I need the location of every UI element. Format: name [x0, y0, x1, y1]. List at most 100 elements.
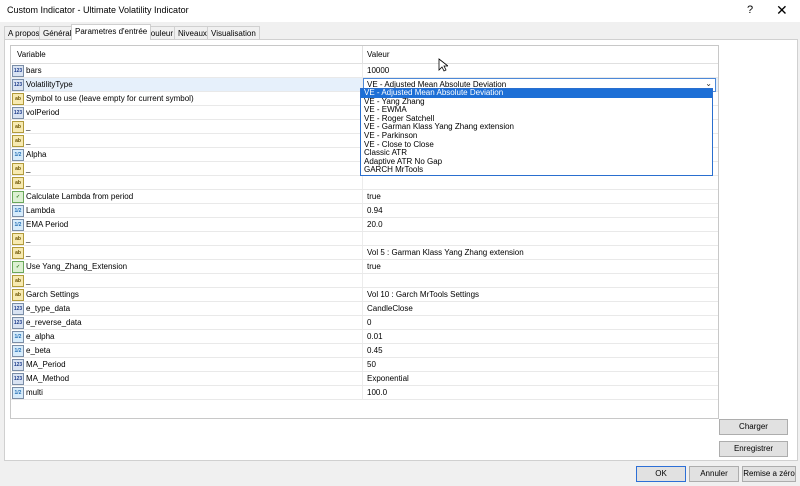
- param-name: e_reverse_data: [26, 318, 82, 327]
- dropdown-option[interactable]: GARCH MrTools: [361, 166, 712, 175]
- param-value[interactable]: Vol 10 : Garch MrTools Settings: [367, 290, 479, 299]
- param-row[interactable]: 123 e_reverse_data 0: [11, 316, 718, 330]
- dropdown-option[interactable]: VE - Close to Close: [361, 140, 712, 150]
- param-name: volPeriod: [26, 108, 60, 117]
- param-row[interactable]: 1/2 Lambda 0.94: [11, 204, 718, 218]
- mouse-cursor-icon: [438, 58, 448, 72]
- param-row[interactable]: ab Garch Settings Vol 10 : Garch MrTools S…: [11, 288, 718, 302]
- cancel-button[interactable]: Annuler: [689, 466, 739, 482]
- param-name: EMA Period: [26, 220, 69, 229]
- close-icon[interactable]: ✕: [776, 2, 788, 19]
- param-bool-icon: ✓: [12, 261, 24, 273]
- param-name: Use Yang_Zhang_Extension: [26, 262, 128, 271]
- header-separator: [362, 46, 363, 63]
- param-str-icon: ab: [12, 121, 24, 133]
- help-icon[interactable]: ?: [747, 4, 753, 16]
- ok-button[interactable]: OK: [636, 466, 686, 482]
- param-str-icon: ab: [12, 93, 24, 105]
- param-int-icon: 123: [12, 65, 24, 77]
- column-separator: [362, 358, 363, 371]
- header-variable[interactable]: Variable: [17, 50, 46, 59]
- chevron-down-icon[interactable]: ⌄: [705, 79, 712, 88]
- param-int-icon: 123: [12, 107, 24, 119]
- column-separator: [362, 316, 363, 329]
- param-value[interactable]: 50: [367, 360, 376, 369]
- param-dbl-icon: 1/2: [12, 205, 24, 217]
- param-row[interactable]: 123 MA_Method Exponential: [11, 372, 718, 386]
- param-name: Symbol to use (leave empty for current s…: [26, 94, 194, 103]
- column-separator: [362, 386, 363, 399]
- param-row[interactable]: 1/2 EMA Period 20.0: [11, 218, 718, 232]
- param-name: _: [26, 248, 31, 257]
- volatility-type-dropdown-list[interactable]: VE - Adjusted Mean Absolute Deviation VE …: [360, 88, 713, 176]
- header-value[interactable]: Valeur: [367, 50, 390, 59]
- param-value[interactable]: 100.0: [367, 388, 387, 397]
- param-value[interactable]: 0.01: [367, 332, 383, 341]
- param-dbl-icon: 1/2: [12, 387, 24, 399]
- column-separator: [362, 288, 363, 301]
- tab-niveaux[interactable]: Niveaux: [174, 26, 211, 40]
- reset-button[interactable]: Remise a zéro: [742, 466, 796, 482]
- param-row[interactable]: ab _: [11, 232, 718, 246]
- tab-a-propos[interactable]: A propos: [4, 26, 44, 40]
- param-row[interactable]: ab _: [11, 274, 718, 288]
- column-separator: [362, 232, 363, 245]
- param-value[interactable]: 0.45: [367, 346, 383, 355]
- column-separator: [362, 274, 363, 287]
- column-separator: [362, 372, 363, 385]
- param-enm-icon: 123: [12, 373, 24, 385]
- param-row[interactable]: 1/2 multi 100.0: [11, 386, 718, 400]
- param-row[interactable]: ab _: [11, 176, 718, 190]
- param-value[interactable]: true: [367, 262, 381, 271]
- column-separator: [362, 302, 363, 315]
- param-value[interactable]: true: [367, 192, 381, 201]
- grid-header: Variable Valeur: [11, 46, 718, 64]
- param-row[interactable]: ab _ Vol 5 : Garman Klass Yang Zhang exten…: [11, 246, 718, 260]
- load-button[interactable]: Charger: [719, 419, 788, 435]
- save-button[interactable]: Enregistrer: [719, 441, 788, 457]
- param-value[interactable]: Vol 5 : Garman Klass Yang Zhang extensio…: [367, 248, 524, 257]
- param-value[interactable]: Exponential: [367, 374, 409, 383]
- tab-visualisation[interactable]: Visualisation: [207, 26, 260, 40]
- param-value[interactable]: 20.0: [367, 220, 383, 229]
- tab-general[interactable]: Général: [39, 26, 76, 40]
- param-name: Alpha: [26, 150, 47, 159]
- param-name: _: [26, 178, 31, 187]
- param-str-icon: ab: [12, 233, 24, 245]
- param-name: MA_Method: [26, 374, 70, 383]
- param-value[interactable]: 0.94: [367, 206, 383, 215]
- param-row[interactable]: 123 e_type_data CandleClose: [11, 302, 718, 316]
- param-dbl-icon: 1/2: [12, 149, 24, 161]
- param-row[interactable]: 123 bars 10000: [11, 64, 718, 78]
- column-separator: [362, 246, 363, 259]
- param-str-icon: ab: [12, 177, 24, 189]
- param-value[interactable]: 10000: [367, 66, 389, 75]
- param-value[interactable]: CandleClose: [367, 304, 413, 313]
- param-name: _: [26, 276, 31, 285]
- param-name: e_type_data: [26, 304, 71, 313]
- title-bar: Custom Indicator - Ultimate Volatility I…: [0, 0, 800, 22]
- param-enm-icon: 123: [12, 303, 24, 315]
- param-row[interactable]: ✓ Calculate Lambda from period true: [11, 190, 718, 204]
- param-row[interactable]: 123 MA_Period 50: [11, 358, 718, 372]
- column-separator: [362, 176, 363, 189]
- dropdown-option[interactable]: VE - Yang Zhang: [361, 97, 712, 107]
- param-name: _: [26, 122, 31, 131]
- column-separator: [362, 64, 363, 77]
- param-dbl-icon: 1/2: [12, 331, 24, 343]
- column-separator: [362, 344, 363, 357]
- param-name: bars: [26, 66, 42, 75]
- param-name: Lambda: [26, 206, 55, 215]
- tab-parametres-entree[interactable]: Parametres d'entrée: [71, 24, 152, 40]
- param-value[interactable]: 0: [367, 318, 371, 327]
- param-name: e_beta: [26, 346, 51, 355]
- param-name: multi: [26, 388, 43, 397]
- param-enm-icon: 123: [12, 79, 24, 91]
- param-row[interactable]: ✓ Use Yang_Zhang_Extension true: [11, 260, 718, 274]
- param-name: _: [26, 136, 31, 145]
- param-row[interactable]: 1/2 e_alpha 0.01: [11, 330, 718, 344]
- window-title: Custom Indicator - Ultimate Volatility I…: [7, 5, 189, 15]
- param-row[interactable]: 1/2 e_beta 0.45: [11, 344, 718, 358]
- param-dbl-icon: 1/2: [12, 219, 24, 231]
- param-int-icon: 123: [12, 317, 24, 329]
